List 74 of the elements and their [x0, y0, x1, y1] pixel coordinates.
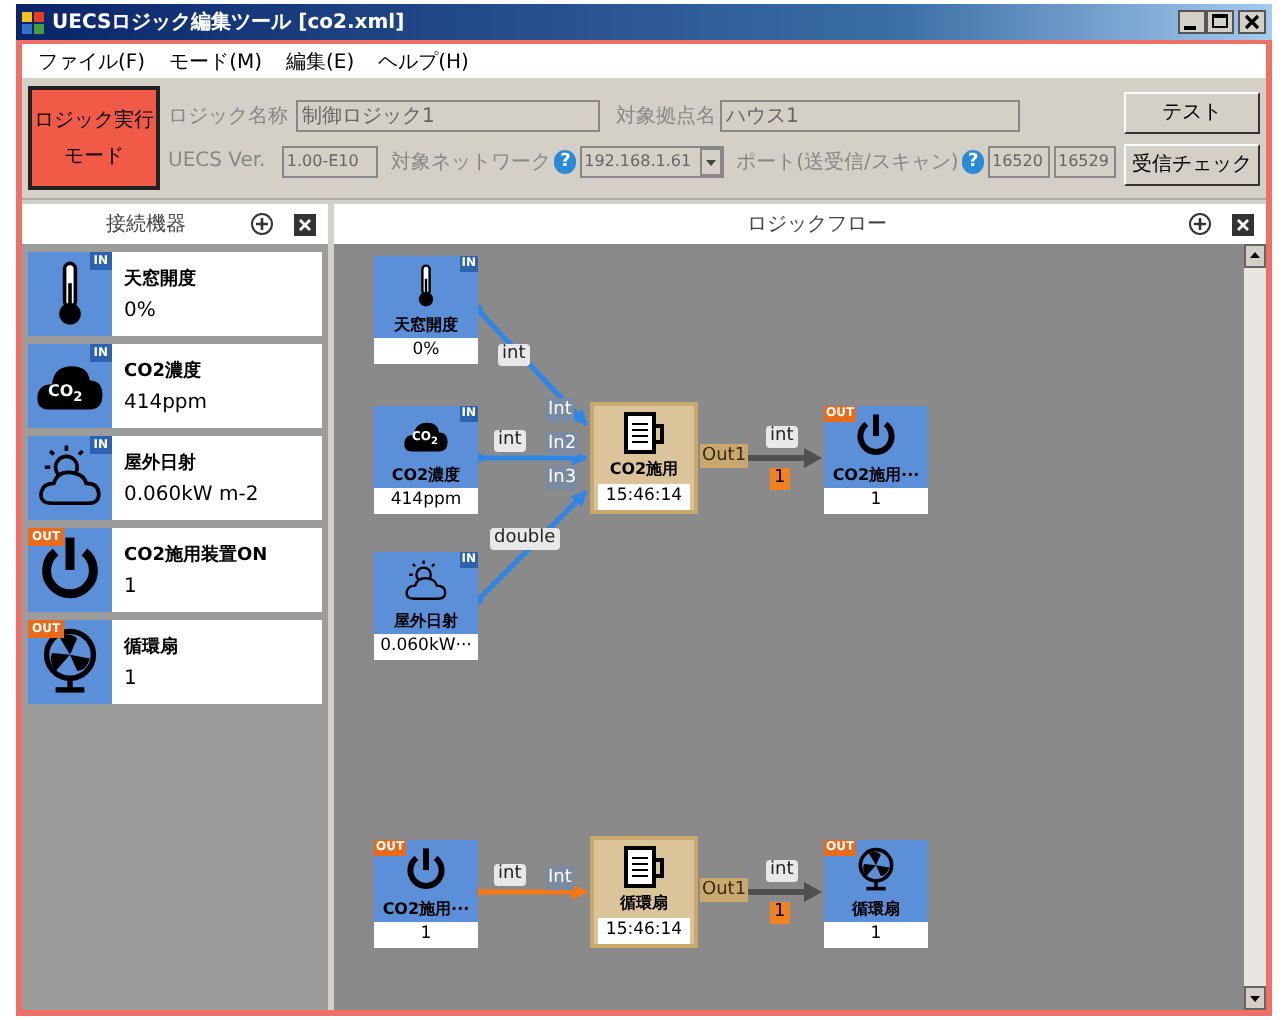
- node-value: 1: [824, 488, 928, 514]
- menu-item[interactable]: ヘルプ(H): [378, 47, 469, 75]
- device-value: 1: [124, 576, 139, 598]
- close-button[interactable]: [1238, 10, 1266, 34]
- sun-cloud-icon: [402, 558, 450, 606]
- node-name: 天窓開度: [394, 314, 458, 336]
- window-title: UECSロジック編集ツール [co2.xml]: [52, 9, 407, 36]
- icon-label: CO$_{2}$: [48, 382, 83, 406]
- device-name: 循環扇: [124, 634, 178, 660]
- node-value: 1: [824, 922, 928, 948]
- edge-label: int: [498, 344, 530, 366]
- port-label: Int: [546, 398, 574, 422]
- value-badge: 1: [770, 468, 790, 490]
- port-label: In3: [546, 466, 579, 490]
- device-value: 1: [124, 668, 139, 690]
- logic-node[interactable]: CO2施用 15:46:14: [590, 402, 698, 514]
- node-name: 屋外日射: [394, 610, 458, 632]
- node-name: CO2施用···: [382, 898, 470, 920]
- node-name: CO2施用: [609, 458, 679, 480]
- menu-item[interactable]: モード(M): [169, 47, 262, 75]
- menu-item[interactable]: 編集(E): [286, 47, 355, 75]
- mode-button[interactable]: ロジック実行 モード: [28, 86, 160, 190]
- edge-label: int: [766, 426, 798, 448]
- value-badge: 1: [770, 902, 790, 924]
- field-label: ポート(送受信/スキャン): [736, 149, 959, 175]
- port-label: In2: [546, 432, 579, 456]
- menu-item[interactable]: ファイル(F): [38, 47, 146, 75]
- device-value: 414ppm: [124, 392, 208, 414]
- document-icon: [620, 846, 668, 890]
- power-icon: [852, 412, 900, 460]
- node-name: 循環扇: [852, 898, 900, 920]
- port-label: Out1: [700, 444, 749, 468]
- device-name: CO2施用装置ON: [124, 542, 268, 568]
- edge-label: int: [494, 430, 526, 452]
- port-label: Int: [546, 866, 574, 890]
- edge-label: int: [766, 860, 798, 882]
- scrollbar[interactable]: [1244, 244, 1266, 1010]
- panel-title: 接続機器: [104, 211, 188, 238]
- document-icon: [620, 412, 668, 456]
- field-label: 対象拠点名: [614, 103, 716, 129]
- node-value: 0.060kW···: [374, 634, 478, 660]
- scroll-up-button[interactable]: [1244, 244, 1266, 268]
- field-label: UECS Ver.: [168, 150, 268, 172]
- node-name: 循環扇: [620, 892, 668, 914]
- power-icon: [402, 846, 450, 894]
- maximize-button[interactable]: [1206, 10, 1234, 34]
- scroll-down-button[interactable]: [1244, 986, 1266, 1010]
- node-value: 0%: [374, 338, 478, 364]
- device-name: CO2濃度: [124, 358, 204, 384]
- toolbar-button[interactable]: テスト: [1124, 91, 1260, 133]
- toolbar-button[interactable]: 受信チェック: [1124, 143, 1260, 185]
- add-icon[interactable]: [250, 212, 274, 236]
- add-icon[interactable]: [1188, 212, 1212, 236]
- node-value: 414ppm: [374, 488, 478, 514]
- port-label: Out1: [700, 878, 749, 902]
- minimize-button[interactable]: [1178, 10, 1206, 34]
- edge-label: double: [490, 528, 560, 550]
- panel-title: ロジックフロー: [745, 212, 889, 238]
- node-value: 15:46:14: [598, 918, 690, 944]
- node-value: 15:46:14: [598, 484, 690, 510]
- node-name: CO2濃度: [391, 464, 461, 486]
- device-name: 天窓開度: [124, 266, 196, 292]
- field-label: ロジック名称: [168, 103, 290, 129]
- device-value: 0.060kW m-2: [124, 484, 259, 506]
- edge-label: int: [494, 864, 526, 886]
- field-label: 対象ネットワーク: [390, 149, 551, 175]
- close-icon[interactable]: [294, 213, 316, 235]
- node-name: CO2施用···: [832, 464, 920, 486]
- logic-node[interactable]: 循環扇 15:46:14: [590, 836, 698, 948]
- close-icon[interactable]: [1232, 213, 1254, 235]
- device-value: 0%: [124, 300, 158, 322]
- node-value: 1: [374, 922, 478, 948]
- device-name: 屋外日射: [124, 451, 198, 476]
- app-icon: [22, 11, 44, 33]
